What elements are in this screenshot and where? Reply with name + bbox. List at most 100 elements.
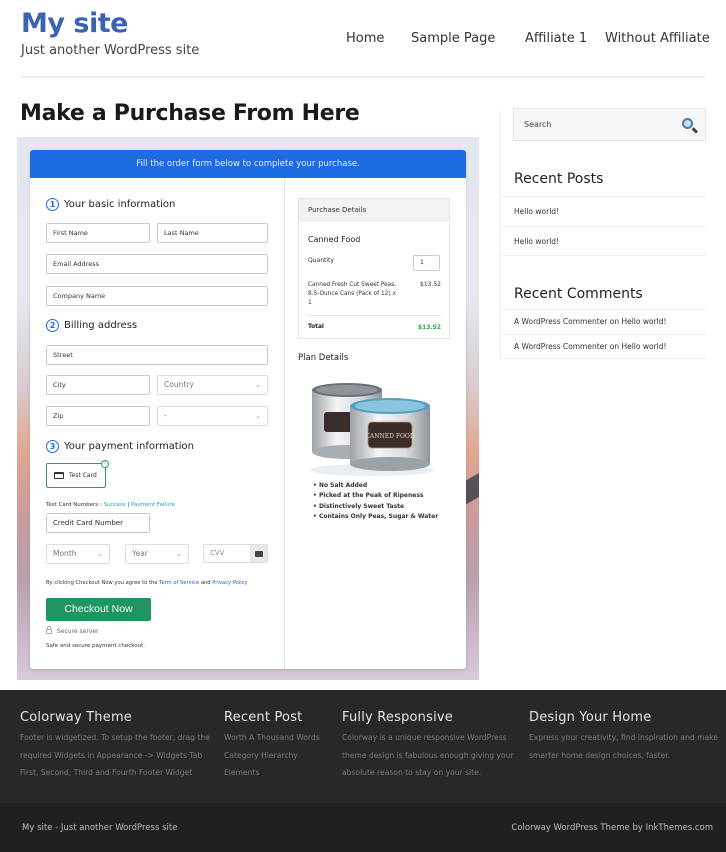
first-name-input[interactable]: First Name — [46, 223, 150, 243]
footer-text: absolute reason to stay on your site. — [342, 768, 482, 777]
nav-affiliate-1[interactable]: Affiliate 1 — [525, 31, 587, 46]
item-description: Canned Fresh Cut Sweet Peas, 8.5-Ounce C… — [308, 282, 397, 306]
footer-text: Footer is widgetized. To setup the foote… — [20, 733, 210, 742]
footer-post-link[interactable]: Category Hierarchy — [224, 747, 320, 765]
footer-text: Colorway is a unique responsive WordPres… — [342, 733, 507, 742]
state-select-value: - — [164, 411, 167, 420]
step-number-icon: 3 — [46, 440, 59, 453]
feature-item: • Distinctively Sweet Taste — [313, 502, 405, 510]
quantity-input[interactable]: 1 — [413, 255, 440, 271]
agreement-prefix: By clicking Checkout Now you agree to th… — [46, 580, 158, 586]
month-select[interactable]: Month ⌄ — [46, 544, 110, 564]
total-divider — [308, 315, 441, 316]
city-input[interactable]: City — [46, 375, 150, 395]
total-value: $13.52 — [417, 324, 441, 331]
step-billing-address: 2 Billing address — [46, 319, 137, 332]
step-number-icon: 2 — [46, 319, 59, 332]
recent-comment-link[interactable]: A WordPress Commenter on Hello world! — [514, 342, 667, 351]
search-input[interactable] — [524, 109, 674, 140]
recent-comments-title: Recent Comments — [514, 286, 643, 302]
checkout-now-button[interactable]: Checkout Now — [46, 598, 151, 621]
step-title: Billing address — [64, 320, 138, 331]
separator: | — [127, 502, 130, 508]
last-name-input[interactable]: Last Name — [157, 223, 268, 243]
year-select[interactable]: Year ⌄ — [125, 544, 189, 564]
payment-method-label: Test Card — [69, 472, 97, 479]
recent-post-link[interactable]: Hello world! — [514, 237, 559, 246]
email-input[interactable]: Email Address — [46, 254, 268, 274]
recent-post-link[interactable]: Hello world! — [514, 207, 559, 216]
company-input[interactable]: Company Name — [46, 286, 268, 306]
search-widget — [513, 108, 706, 141]
footer-text: First, Second, Third and Fourth Footer W… — [20, 768, 193, 777]
step-payment-info: 3 Your payment information — [46, 440, 194, 453]
privacy-link[interactable]: Privacy Policy — [212, 580, 247, 586]
credit-card-number-input[interactable]: Credit Card Number — [46, 513, 150, 533]
feature-list: • No Salt Added • Picked at the Peak of … — [313, 481, 438, 522]
feature-item: • Contains Only Peas, Sugar & Water — [313, 512, 439, 520]
header-divider — [21, 76, 706, 78]
footer-col-title: Colorway Theme — [20, 710, 133, 725]
footer-theme-credit[interactable]: Colorway WordPress Theme by InkThemes.co… — [511, 823, 713, 833]
step-title: Your basic information — [64, 199, 176, 210]
footer-col-design-home: Design Your Home Express your creativity… — [529, 710, 718, 764]
test-card-label: Test Card Numbers : — [46, 502, 102, 508]
product-name: Canned Food — [308, 235, 361, 244]
recent-comment-item: A WordPress Commenter on Hello world! — [501, 334, 706, 359]
item-price: $13.52 — [420, 281, 441, 288]
feature-item: • Picked at the Peak of Ripeness — [313, 492, 424, 500]
step-title: Your payment information — [64, 441, 194, 452]
footer-col-title: Fully Responsive — [342, 710, 453, 725]
search-icon[interactable] — [682, 118, 693, 129]
footer-col-responsive: Fully Responsive Colorway is a unique re… — [342, 710, 514, 782]
card-divider — [284, 178, 285, 669]
step-number-icon: 1 — [46, 198, 59, 211]
nav-home[interactable]: Home — [346, 31, 384, 46]
recent-comment-link[interactable]: A WordPress Commenter on Hello world! — [514, 317, 667, 326]
zip-input[interactable]: Zip — [46, 406, 150, 426]
page-title: Make a Purchase From Here — [20, 101, 360, 126]
footer-copyright: My site - Just another WordPress site — [22, 823, 178, 833]
test-card-numbers: Test Card Numbers : Success | Payment Fa… — [46, 502, 175, 508]
chevron-down-icon: ⌄ — [255, 412, 261, 420]
test-success-link[interactable]: Success — [104, 502, 126, 508]
cvv-input[interactable]: CVV — [203, 544, 268, 563]
month-select-value: Month — [53, 549, 77, 558]
footer-text: required Widgets in Appearance -> Widget… — [20, 750, 203, 760]
total-label: Total — [308, 324, 324, 330]
credit-card-icon — [54, 472, 64, 479]
can-label: CANNED FOOD — [365, 433, 415, 440]
recent-post-item: Hello world! — [501, 226, 706, 256]
country-select[interactable]: Country ⌄ — [157, 375, 268, 395]
state-select[interactable]: - ⌄ — [157, 406, 268, 426]
cvv-placeholder: CVV — [210, 549, 225, 557]
order-form-card: Fill the order form below to complete yo… — [30, 150, 466, 669]
canned-food-image: CANNED FOOD — [310, 383, 434, 476]
footer-col-colorway: Colorway Theme Footer is widgetized. To … — [20, 710, 210, 782]
quantity-label: Quantity — [308, 257, 334, 264]
feature-item: • No Salt Added — [313, 482, 368, 489]
site-title[interactable]: My site — [21, 8, 128, 39]
footer-post-link[interactable]: Worth A Thousand Words — [224, 729, 320, 747]
footer-widgets: Colorway Theme Footer is widgetized. To … — [0, 690, 726, 803]
footer-text: smarter home design choices, faster. — [529, 750, 671, 760]
street-input[interactable]: Street — [46, 345, 268, 365]
footer-text: theme design is fabulous enough giving y… — [342, 750, 514, 760]
chevron-down-icon: ⌄ — [255, 381, 261, 389]
footer-col-title: Recent Post — [224, 710, 303, 725]
footer-col-title: Design Your Home — [529, 710, 652, 725]
payment-method-test-card[interactable]: Test Card ✓ — [46, 460, 109, 488]
test-failure-link[interactable]: Payment Failure — [131, 502, 175, 508]
plan-details-title: Plan Details — [298, 353, 349, 363]
nav-without-affiliate[interactable]: Without Affiliate — [605, 31, 710, 46]
country-select-value: Country — [164, 380, 194, 389]
site-tagline: Just another WordPress site — [21, 43, 200, 58]
year-select-value: Year — [132, 549, 148, 558]
nav-sample-page[interactable]: Sample Page — [411, 31, 495, 46]
purchase-details-box: Purchase Details Canned Food Quantity 1 … — [298, 198, 450, 339]
terms-link[interactable]: Term of Service — [159, 580, 199, 586]
footer-bottom-bar: My site - Just another WordPress site Co… — [0, 803, 726, 852]
footer-post-link[interactable]: Elements — [224, 764, 320, 782]
agreement-text: By clicking Checkout Now you agree to th… — [46, 580, 248, 586]
purchase-details-header: Purchase Details — [299, 199, 449, 222]
